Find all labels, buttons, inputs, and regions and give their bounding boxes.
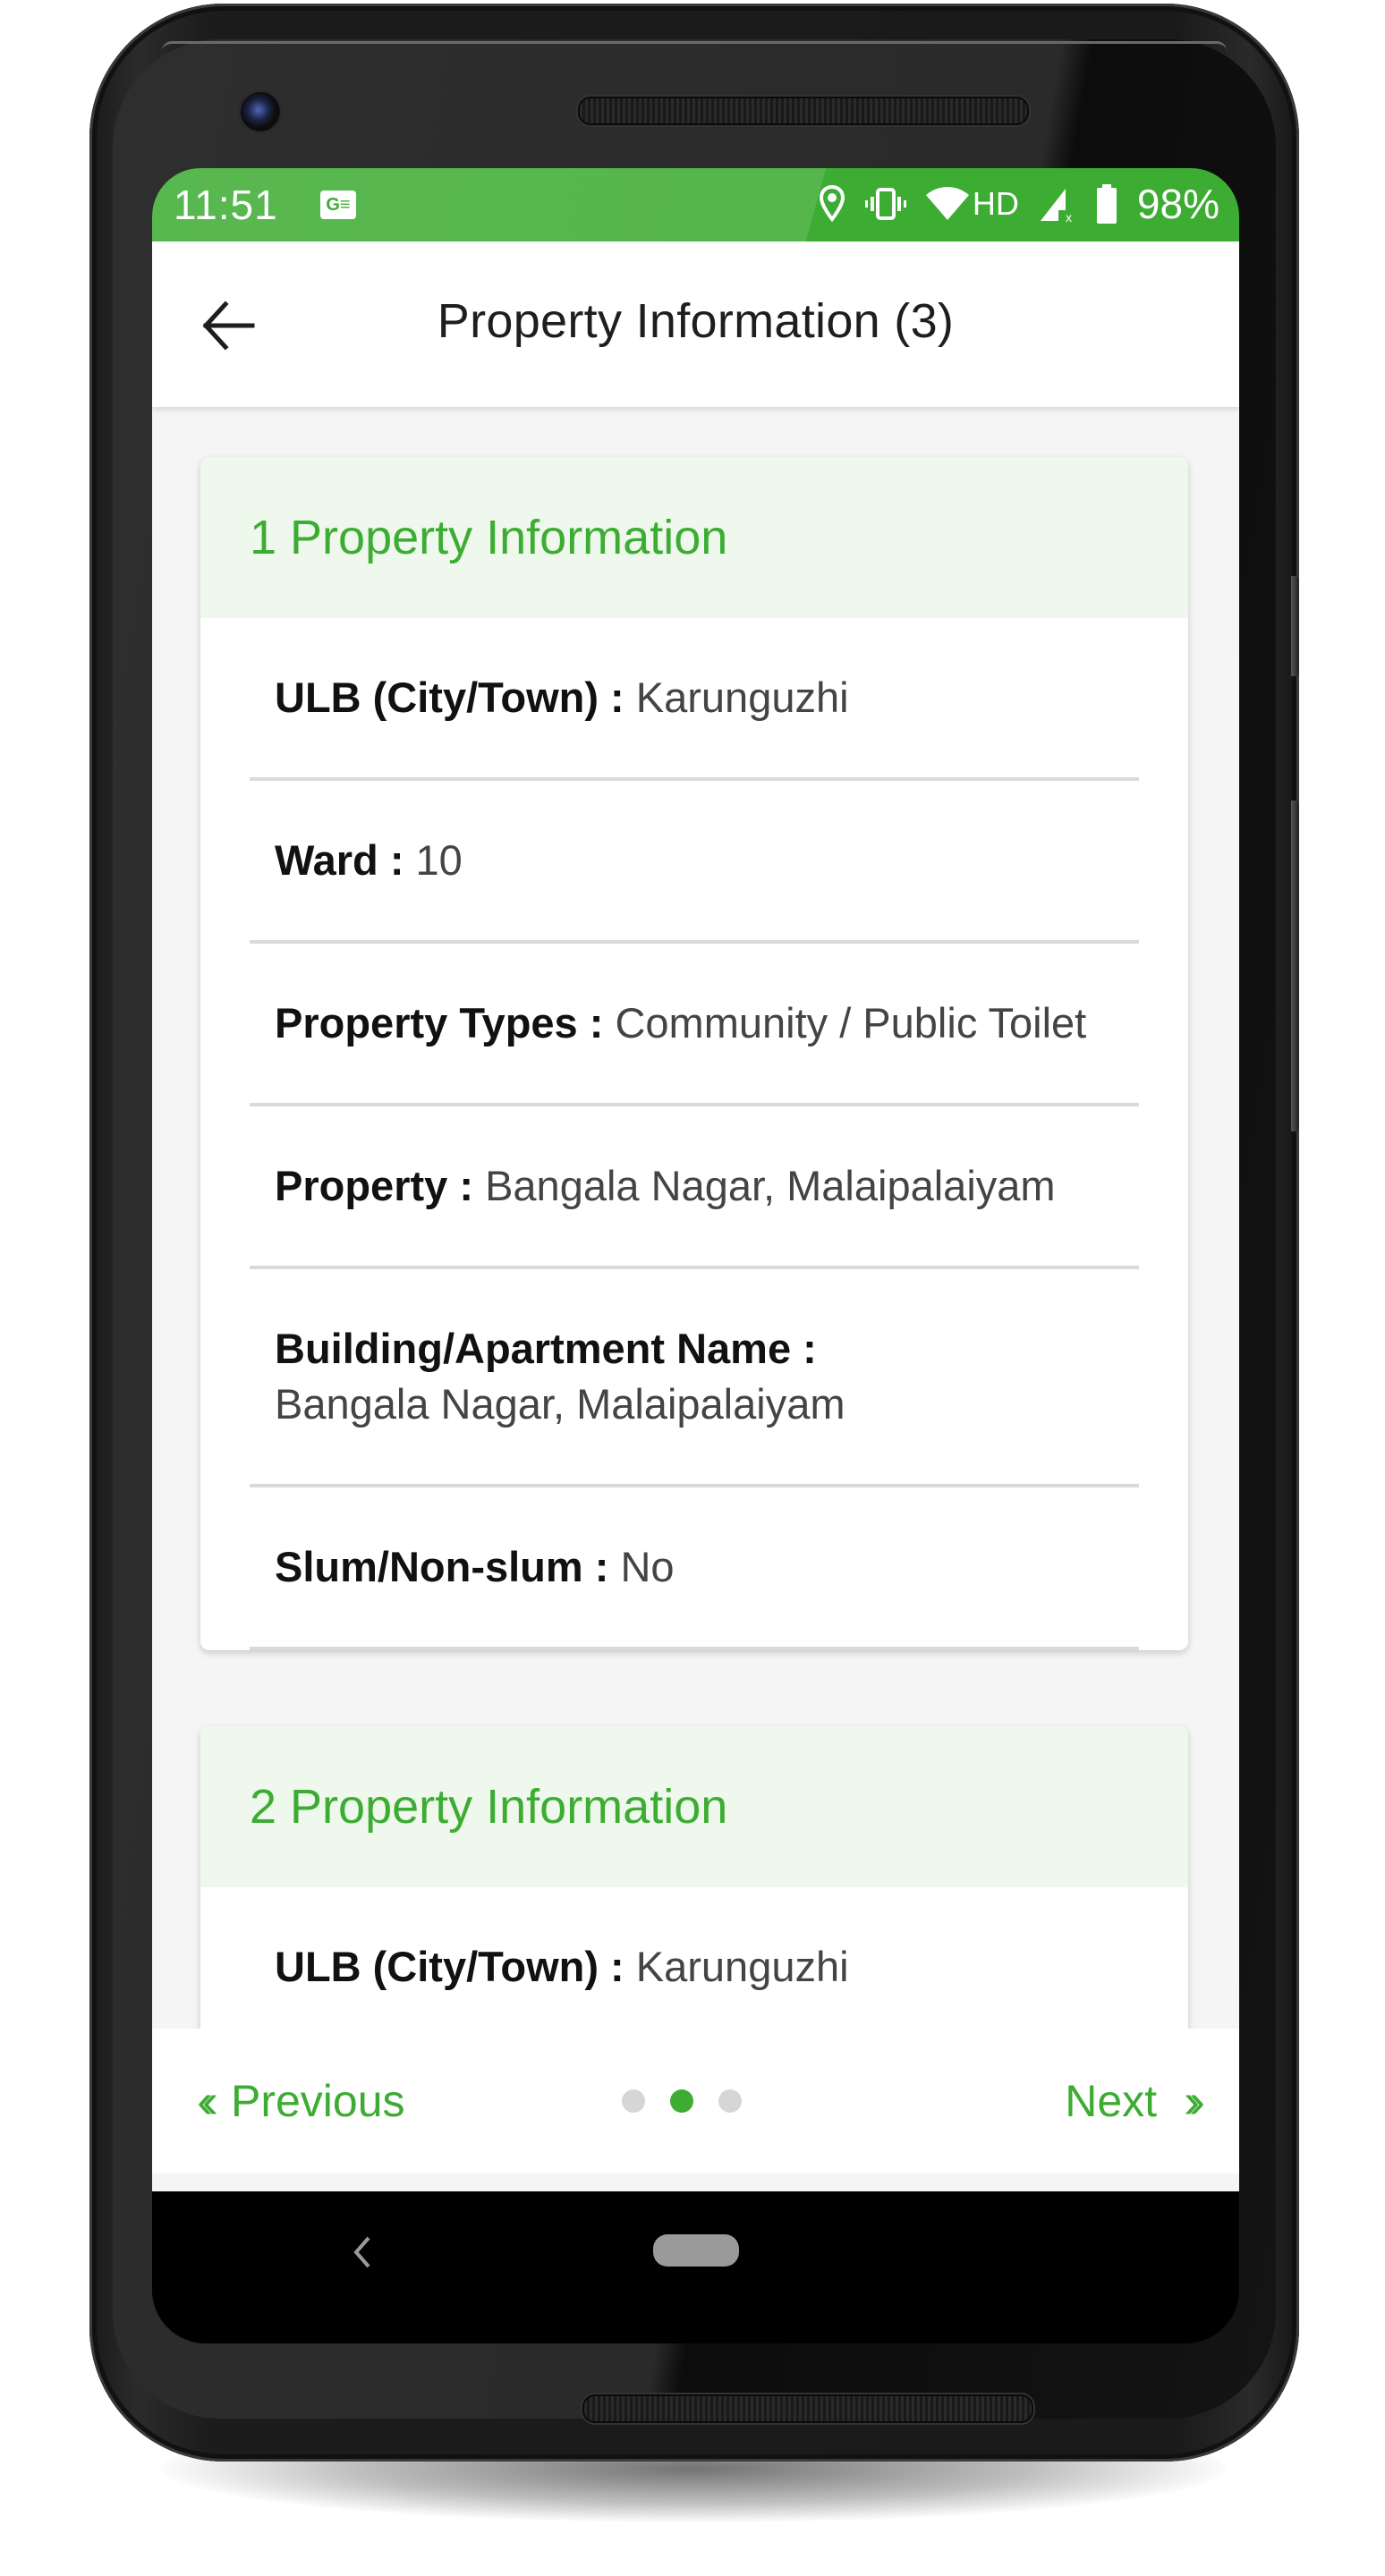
bottom-speaker [582,2394,1033,2423]
network-label: HD [972,185,1019,222]
card-title: 1 Property Information [250,511,728,564]
status-time: 11:51 [174,182,278,228]
info-row-property-types: Property Types : Community / Public Toil… [250,944,1139,1106]
row-label: Ward : [275,836,404,884]
previous-button[interactable]: ‹‹ Previous [197,2073,405,2129]
previous-label: Previous [230,2076,405,2126]
system-back-icon[interactable] [349,2234,376,2270]
page-dot[interactable] [718,2089,742,2113]
row-label: Property Types : [275,999,604,1046]
power-button [1291,576,1299,676]
battery-icon [1096,184,1117,224]
location-icon [819,185,845,223]
page-indicator [622,2089,742,2113]
info-row-ulb: ULB (City/Town) : Karunguzhi [250,1887,1139,2050]
row-value: Karunguzhi [635,674,849,721]
row-label: Property : [275,1162,473,1209]
earpiece-speaker [578,97,1029,125]
home-pill-icon[interactable] [653,2234,739,2267]
battery-percent: 98% [1136,181,1219,227]
row-value: No [620,1543,675,1590]
double-chevron-right-icon: ›› [1184,2074,1205,2128]
row-value: 10 [415,836,463,884]
card-header: 1 Property Information [200,457,1188,618]
app-bar: Property Information (3) [152,242,1239,407]
next-button[interactable]: Next ›› [1065,2073,1205,2129]
row-label: Slum/Non-slum : [275,1543,609,1590]
signal-icon: x [1040,189,1072,223]
row-label: ULB (City/Town) : [275,1943,625,1990]
status-bar: 11:51 G≡ HD x 98% [152,168,1239,242]
content-scroll[interactable]: 1 Property Information ULB (City/Town) :… [152,407,1239,2191]
app-window: Property Information (3) 1 Property Info… [152,242,1239,2191]
property-card: 2 Property Information ULB (City/Town) :… [200,1726,1188,2050]
row-value: Bangala Nagar, Malaipalaiyam [275,1380,845,1428]
card-title: 2 Property Information [250,1780,728,1834]
volume-button [1291,801,1299,1131]
info-row-slum: Slum/Non-slum : No [250,1487,1139,1650]
news-icon: G≡ [320,191,356,219]
row-value: Karunguzhi [635,1943,849,1990]
info-row-building-name: Building/Apartment Name : Bangala Nagar,… [250,1269,1139,1487]
info-row-property: Property : Bangala Nagar, Malaipalaiyam [250,1106,1139,1269]
front-camera [238,89,283,134]
property-card: 1 Property Information ULB (City/Town) :… [200,457,1188,1650]
page-dot[interactable] [622,2089,645,2113]
screen: 11:51 G≡ HD x 98% Property Information (… [152,168,1239,2343]
row-label: Building/Apartment Name : [275,1325,817,1372]
page-dot-active[interactable] [670,2089,693,2113]
info-row-ward: Ward : 10 [250,781,1139,944]
info-row-ulb: ULB (City/Town) : Karunguzhi [250,618,1139,781]
page-title: Property Information (3) [437,294,955,348]
status-icons: HD x 98% [819,179,1219,229]
row-value: Bangala Nagar, Malaipalaiyam [485,1162,1056,1209]
card-header: 2 Property Information [200,1726,1188,1887]
row-value: Community / Public Toilet [615,999,1087,1046]
svg-text:x: x [1066,210,1072,223]
double-chevron-left-icon: ‹‹ [197,2074,218,2128]
system-navigation-bar [152,2191,1239,2343]
vibrate-icon [864,188,906,220]
pager-bar: ‹‹ Previous Next ›› [152,2029,1239,2174]
row-label: ULB (City/Town) : [275,674,625,721]
next-label: Next [1065,2076,1158,2126]
wifi-icon [925,187,969,220]
